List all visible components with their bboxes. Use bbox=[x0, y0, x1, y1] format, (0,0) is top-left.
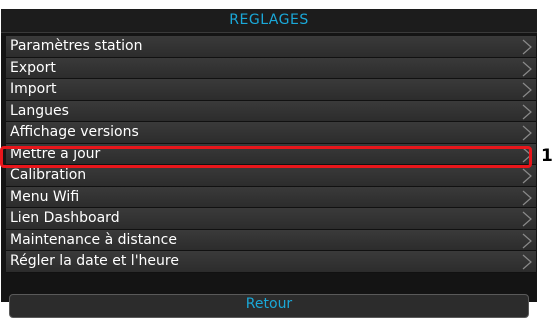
menu-item-menu-wifi[interactable]: Menu Wifi bbox=[6, 186, 536, 208]
chevron-right-icon bbox=[522, 147, 532, 162]
chevron-right-icon bbox=[522, 233, 532, 248]
menu-item-label: Calibration bbox=[10, 167, 87, 183]
chevron-right-icon bbox=[522, 190, 532, 205]
menu-item-regler-date-heure[interactable]: Régler la date et l'heure bbox=[6, 251, 536, 273]
menu-item-label: Import bbox=[10, 81, 57, 97]
menu-item-label: Régler la date et l'heure bbox=[10, 253, 179, 269]
menu-item-export[interactable]: Export bbox=[6, 57, 536, 79]
menu-item-langues[interactable]: Langues bbox=[6, 100, 536, 122]
back-button[interactable]: Retour bbox=[9, 294, 529, 318]
menu-item-label: Export bbox=[10, 59, 56, 76]
chevron-right-icon bbox=[522, 82, 532, 98]
menu-item-mettre-a-jour[interactable]: Mettre à jour bbox=[6, 143, 536, 165]
menu-item-label: Mettre à jour bbox=[10, 145, 101, 162]
menu-item-label: Maintenance à distance bbox=[10, 231, 177, 248]
page-title: REGLAGES bbox=[1, 9, 537, 33]
chevron-right-icon bbox=[522, 39, 532, 55]
menu-item-import[interactable]: Import bbox=[6, 79, 536, 101]
chevron-right-icon bbox=[522, 211, 532, 227]
menu-item-parametres-station[interactable]: Paramètres station bbox=[6, 36, 536, 58]
menu-item-label: Langues bbox=[10, 102, 69, 119]
chevron-right-icon bbox=[522, 254, 532, 270]
menu-item-label: Paramètres station bbox=[10, 38, 143, 54]
menu-item-label: Affichage versions bbox=[10, 124, 139, 140]
menu-item-label: Lien Dashboard bbox=[10, 210, 120, 226]
chevron-right-icon bbox=[522, 168, 532, 184]
chevron-right-icon bbox=[522, 125, 532, 141]
settings-screen: REGLAGES Paramètres station Export Impor… bbox=[1, 9, 537, 318]
settings-menu: Paramètres station Export Import Langues… bbox=[6, 36, 536, 273]
menu-item-lien-dashboard[interactable]: Lien Dashboard bbox=[6, 208, 536, 230]
menu-item-affichage-versions[interactable]: Affichage versions bbox=[6, 122, 536, 144]
menu-item-calibration[interactable]: Calibration bbox=[6, 165, 536, 187]
callout-number: 1 bbox=[541, 146, 553, 166]
menu-item-label: Menu Wifi bbox=[10, 188, 80, 205]
chevron-right-icon bbox=[522, 61, 532, 76]
menu-item-maintenance-a-distance[interactable]: Maintenance à distance bbox=[6, 229, 536, 251]
chevron-right-icon bbox=[522, 104, 532, 119]
